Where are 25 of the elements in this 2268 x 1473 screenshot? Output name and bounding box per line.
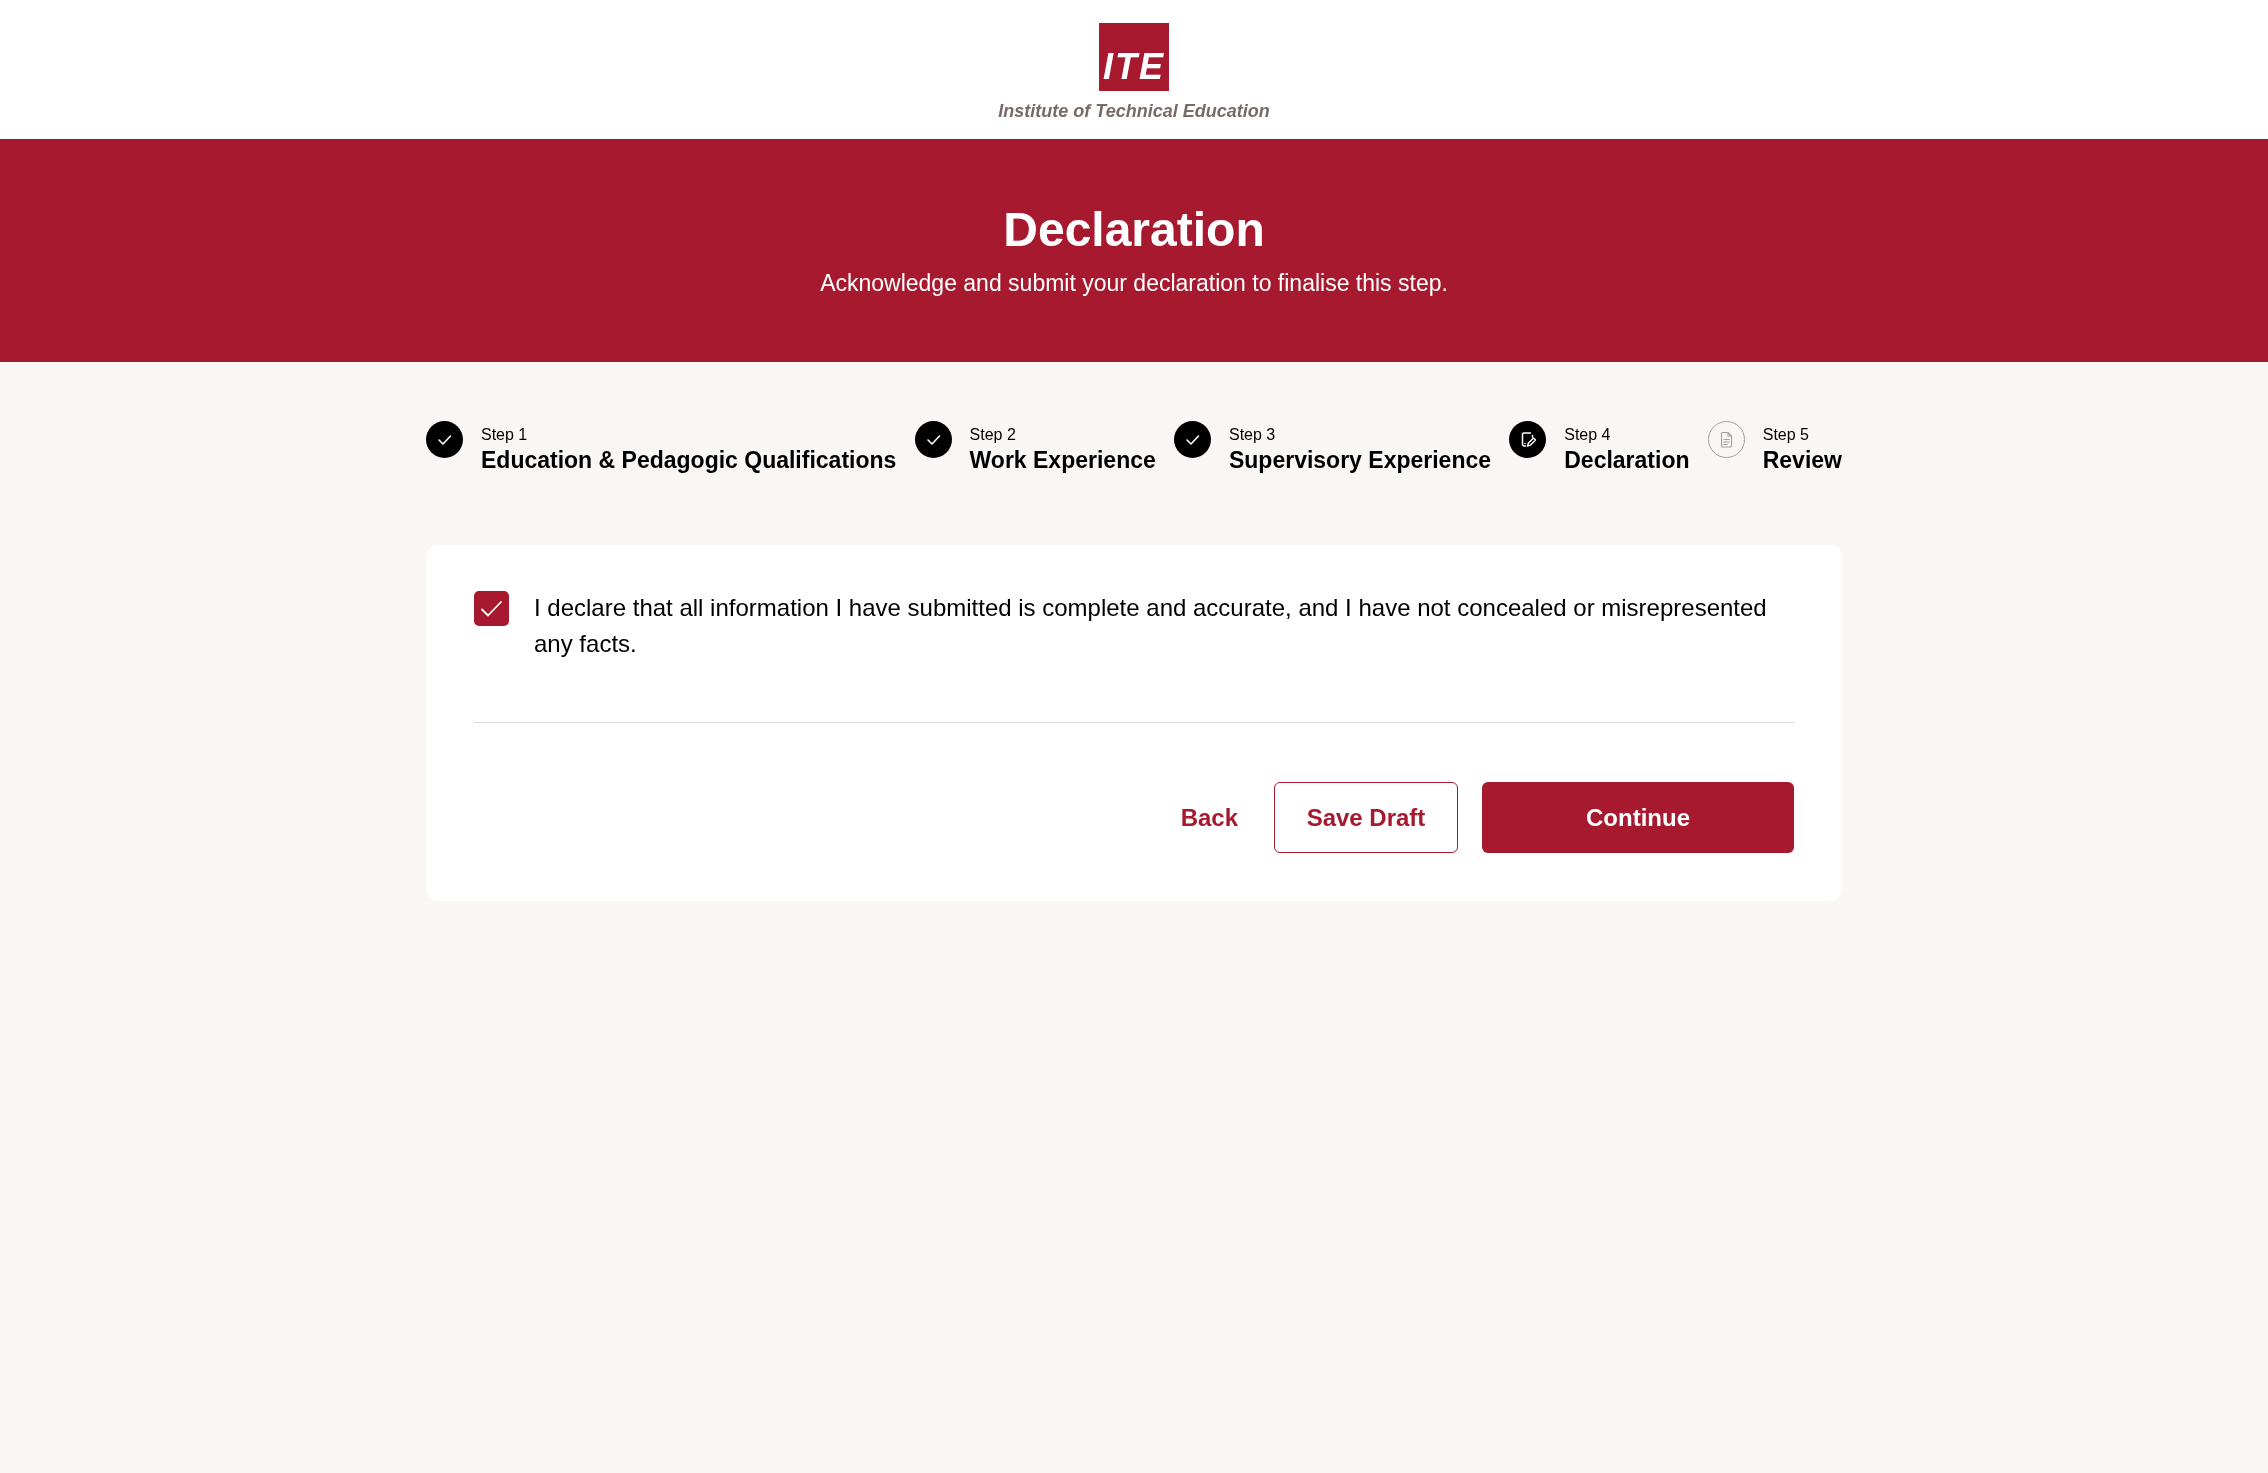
- step-title: Education & Pedagogic Qualifications: [481, 446, 897, 475]
- step-title: Supervisory Experience: [1228, 446, 1492, 475]
- check-circle-icon: [1173, 421, 1211, 458]
- primary-button[interactable]: Continue: [1482, 782, 1794, 853]
- check-circle-icon: [914, 421, 952, 458]
- step-title: Work Experience: [969, 446, 1156, 475]
- check-icon: [481, 600, 502, 617]
- logo-mark: ITE: [1099, 23, 1169, 91]
- step-number: Step 3: [1228, 425, 1277, 445]
- step-title: Review: [1762, 446, 1842, 475]
- step-number: Step 1: [481, 425, 529, 445]
- step-number: Step 4: [1564, 425, 1612, 445]
- page-title: Declaration: [1003, 202, 1265, 258]
- check-circle-icon: [426, 421, 463, 458]
- text-button[interactable]: Back: [1168, 782, 1250, 853]
- declaration-text: I declare that all information I have submitted is complete and accurate, and I have not concealed or misrepresented any facts.: [534, 593, 1768, 659]
- document-icon: [1707, 421, 1745, 458]
- page-subtitle: Acknowledge and submit your declaration to finalise this step.: [820, 269, 1448, 298]
- step-number: Step 2: [969, 425, 1017, 445]
- step-number: Step 5: [1762, 425, 1810, 445]
- checkbox[interactable]: [474, 591, 509, 626]
- outline-button[interactable]: Save Draft: [1274, 782, 1458, 853]
- step-title: Declaration: [1564, 446, 1690, 475]
- edit-document-icon: [1509, 421, 1547, 458]
- logo-name: Institute of Technical Education: [998, 100, 1270, 122]
